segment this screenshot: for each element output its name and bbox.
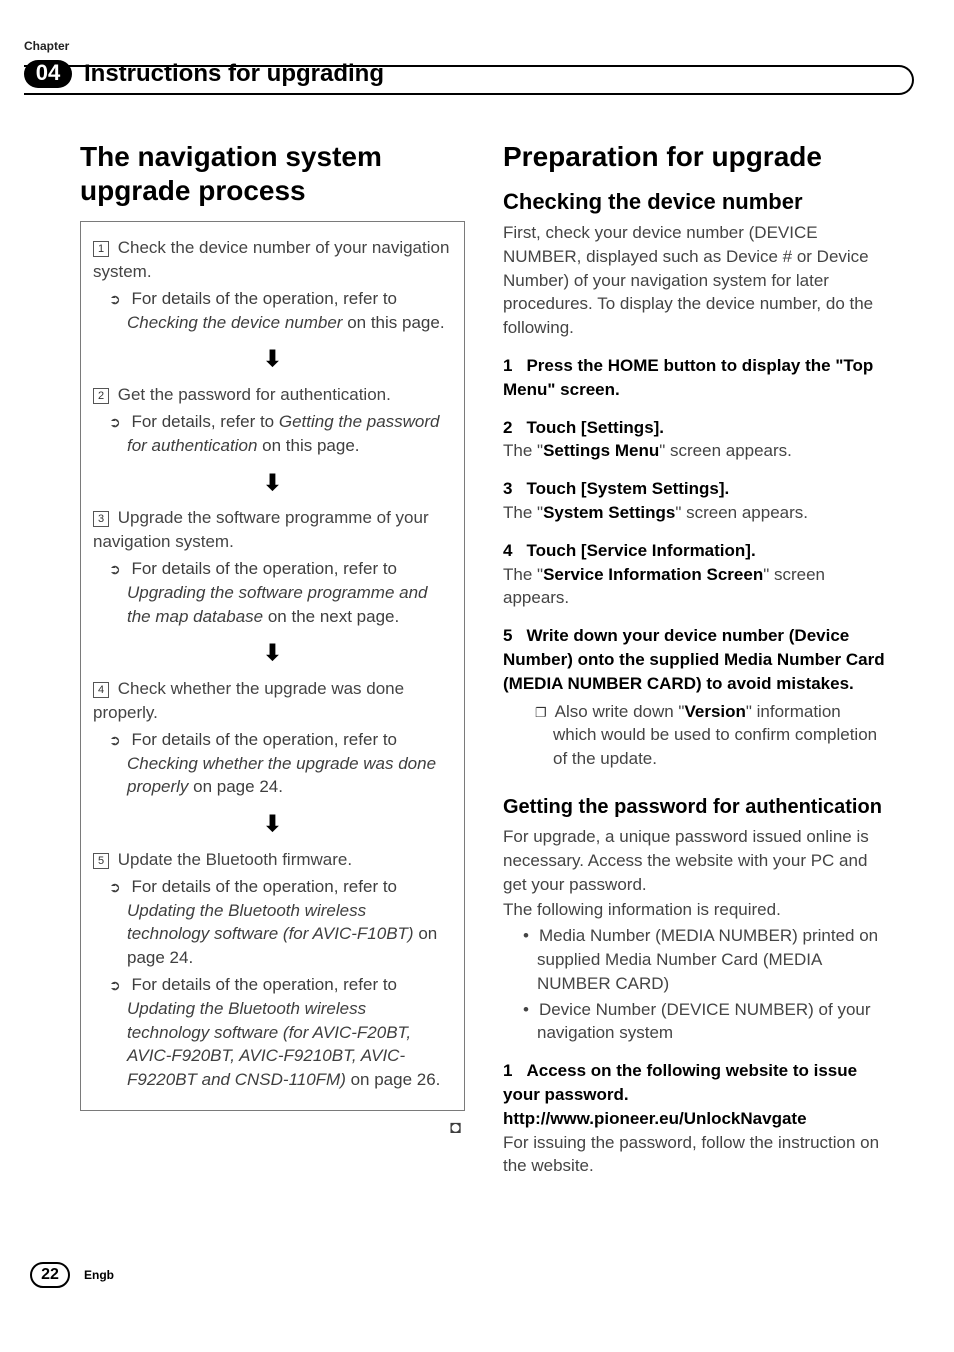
t: The " bbox=[503, 503, 543, 522]
right-bullet-1: Media Number (MEDIA NUMBER) printed on s… bbox=[503, 924, 888, 995]
right-step-2: 2 Touch [Settings]. bbox=[503, 416, 888, 440]
step-number-5: 5 bbox=[93, 853, 109, 869]
right-step-4: 4 Touch [Service Information]. bbox=[503, 539, 888, 563]
end-section-icon: ◘ bbox=[80, 1115, 465, 1140]
right-step-5-text: Write down your device number (Device Nu… bbox=[503, 626, 885, 693]
step-number-2: 2 bbox=[93, 388, 109, 404]
step-3-sub-pre: For details of the operation, refer to bbox=[131, 559, 397, 578]
step-number-3: 3 bbox=[93, 511, 109, 527]
arrow-down-icon: ⬇ bbox=[93, 468, 452, 499]
right-column: Preparation for upgrade Checking the dev… bbox=[503, 140, 888, 1180]
right-para-3: The following information is required. bbox=[503, 898, 888, 922]
step-5-sub-b: For details of the operation, refer to U… bbox=[93, 973, 452, 1092]
step-3-sub-after: on the next page. bbox=[263, 607, 399, 626]
chapter-title: Instructions for upgrading bbox=[84, 57, 384, 91]
right-step-5: 5Write down your device number (Device N… bbox=[503, 624, 888, 695]
right-step-2-result: The "Settings Menu" screen appears. bbox=[503, 439, 888, 463]
step-4-sub: For details of the operation, refer to C… bbox=[93, 728, 452, 799]
right-step-4-result: The "Service Information Screen" screen … bbox=[503, 563, 888, 611]
step-4-sub-after: on page 24. bbox=[188, 777, 283, 796]
step-5-sub-a-italic: Updating the Bluetooth wireless technolo… bbox=[127, 901, 414, 944]
step-5-text: Update the Bluetooth firmware. bbox=[118, 850, 352, 869]
step-5-sub-a-pre: For details of the operation, refer to bbox=[131, 877, 397, 896]
step-1-sub-italic: Checking the device number bbox=[127, 313, 342, 332]
t: Settings Menu bbox=[543, 441, 659, 460]
step-4-sub-pre: For details of the operation, refer to bbox=[131, 730, 397, 749]
right-para-4: For issuing the password, follow the ins… bbox=[503, 1131, 888, 1179]
page-header: Chapter 04 Instructions for upgrading bbox=[24, 38, 914, 90]
n3: 3 bbox=[503, 479, 512, 498]
right-step-3-text: Touch [System Settings]. bbox=[526, 479, 729, 498]
right-heading-1: Preparation for upgrade bbox=[503, 140, 888, 174]
arrow-down-icon: ⬇ bbox=[93, 638, 452, 669]
right-step-6: 1Access on the following website to issu… bbox=[503, 1059, 888, 1107]
step-4-text: Check whether the upgrade was done prope… bbox=[93, 679, 404, 722]
step-3-text: Upgrade the software programme of your n… bbox=[93, 508, 429, 551]
right-subheading-1: Checking the device number bbox=[503, 188, 888, 216]
t: Also write down " bbox=[555, 702, 685, 721]
right-step-3: 3 Touch [System Settings]. bbox=[503, 477, 888, 501]
step-2-text: Get the password for authentication. bbox=[118, 385, 391, 404]
right-subheading-2: Getting the password for authentication bbox=[503, 793, 888, 821]
t: The " bbox=[503, 565, 543, 584]
arrow-down-icon: ⬇ bbox=[93, 344, 452, 375]
right-step-6-text: Access on the following website to issue… bbox=[503, 1061, 857, 1104]
step-2-sub-pre: For details, refer to bbox=[131, 412, 278, 431]
right-para-1: First, check your device number (DEVICE … bbox=[503, 221, 888, 340]
page-footer: 22 Engb bbox=[30, 1262, 114, 1288]
right-bullet-2: Device Number (DEVICE NUMBER) of your na… bbox=[503, 998, 888, 1046]
right-step-3-result: The "System Settings" screen appears. bbox=[503, 501, 888, 525]
step-2: 2 Get the password for authentication. F… bbox=[93, 383, 452, 457]
step-number-4: 4 bbox=[93, 682, 109, 698]
step-5-sub-b-after: on page 26. bbox=[346, 1070, 441, 1089]
step-number-1: 1 bbox=[93, 241, 109, 257]
step-5-sub-a: For details of the operation, refer to U… bbox=[93, 875, 452, 970]
right-step-2-text: Touch [Settings]. bbox=[526, 418, 664, 437]
step-1-sub-after: on this page. bbox=[342, 313, 444, 332]
right-step-5-sub: Also write down "Version" information wh… bbox=[503, 700, 888, 771]
t: The " bbox=[503, 441, 543, 460]
step-4: 4 Check whether the upgrade was done pro… bbox=[93, 677, 452, 799]
chapter-number-badge: 04 bbox=[24, 60, 72, 88]
t: Service Information Screen bbox=[543, 565, 763, 584]
step-2-sub: For details, refer to Getting the passwo… bbox=[93, 410, 452, 458]
step-5: 5 Update the Bluetooth firmware. For det… bbox=[93, 848, 452, 1092]
t: Version bbox=[684, 702, 745, 721]
right-step-1: 1Press the HOME button to display the "T… bbox=[503, 354, 888, 402]
right-step-1-text: Press the HOME button to display the "To… bbox=[503, 356, 873, 399]
process-box: 1 Check the device number of your naviga… bbox=[80, 221, 465, 1111]
step-2-sub-after: on this page. bbox=[257, 436, 359, 455]
step-3-sub: For details of the operation, refer to U… bbox=[93, 557, 452, 628]
step-3: 3 Upgrade the software programme of your… bbox=[93, 506, 452, 628]
chapter-label: Chapter bbox=[24, 38, 914, 55]
page-number: 22 bbox=[30, 1262, 70, 1288]
n1: 1 bbox=[503, 356, 512, 375]
right-url: http://www.pioneer.eu/UnlockNavgate bbox=[503, 1107, 888, 1131]
t: " screen appears. bbox=[675, 503, 808, 522]
language-code: Engb bbox=[84, 1267, 114, 1284]
t: System Settings bbox=[543, 503, 675, 522]
n2: 2 bbox=[503, 418, 512, 437]
t: " screen appears. bbox=[659, 441, 792, 460]
chapter-row: 04 Instructions for upgrading bbox=[24, 57, 914, 91]
step-1-sub-pre: For details of the operation, refer to bbox=[131, 289, 397, 308]
n5: 5 bbox=[503, 626, 512, 645]
right-para-2: For upgrade, a unique password issued on… bbox=[503, 825, 888, 896]
n6: 1 bbox=[503, 1061, 512, 1080]
step-1: 1 Check the device number of your naviga… bbox=[93, 236, 452, 334]
left-column: The navigation system upgrade process 1 … bbox=[80, 140, 465, 1180]
right-step-4-text: Touch [Service Information]. bbox=[526, 541, 755, 560]
left-heading: The navigation system upgrade process bbox=[80, 140, 465, 207]
step-5-sub-b-pre: For details of the operation, refer to bbox=[131, 975, 397, 994]
step-1-sub: For details of the operation, refer to C… bbox=[93, 287, 452, 335]
arrow-down-icon: ⬇ bbox=[93, 809, 452, 840]
n4: 4 bbox=[503, 541, 512, 560]
step-1-text: Check the device number of your navigati… bbox=[93, 238, 449, 281]
